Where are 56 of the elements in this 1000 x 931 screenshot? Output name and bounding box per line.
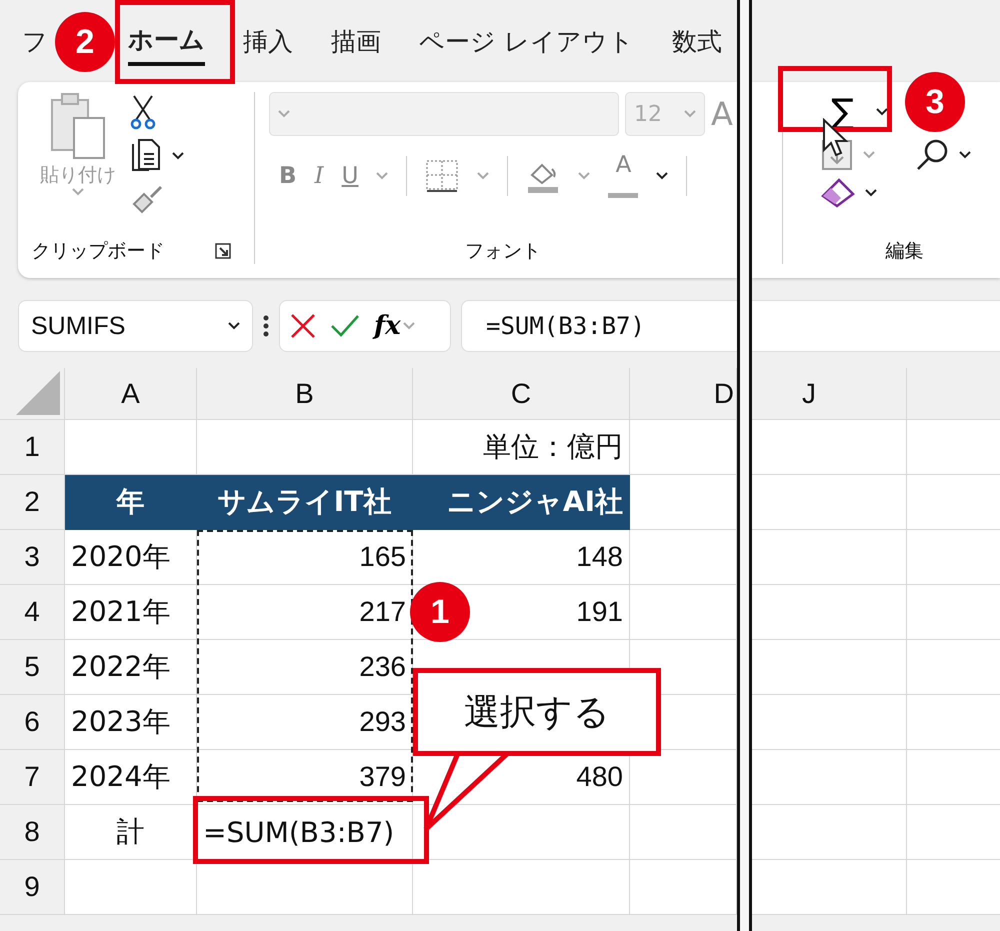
row-header[interactable]: 3	[0, 530, 65, 585]
table-cell: 2022年	[65, 640, 197, 695]
copy-icon[interactable]	[130, 138, 162, 174]
header-cell: サムライIT社	[197, 475, 413, 530]
table-cell: 165	[197, 530, 413, 585]
caret-icon[interactable]	[172, 152, 184, 160]
table-cell: =SUM(B3:B7)	[197, 805, 413, 860]
caret-icon[interactable]	[865, 189, 877, 197]
group-label: フォント	[464, 239, 542, 264]
caret-icon[interactable]	[876, 108, 888, 116]
table-cell: 2024年	[65, 750, 197, 805]
row-header[interactable]: 5	[0, 640, 65, 695]
step-badge: 2	[55, 12, 115, 72]
checkmark-icon[interactable]	[330, 314, 360, 338]
table-cell: 379	[197, 750, 413, 805]
ribbon-tab[interactable]: 数式	[672, 18, 722, 64]
cancel-icon[interactable]	[290, 313, 316, 339]
group-label: クリップボード	[32, 239, 164, 264]
ribbon-tab[interactable]: ページ レイアウト	[419, 18, 634, 64]
scissors-icon[interactable]	[130, 94, 156, 130]
dialog-launcher-icon[interactable]	[214, 243, 230, 259]
ribbon-tab[interactable]: フ	[22, 18, 48, 64]
row-header[interactable]: 1	[0, 420, 65, 475]
borders-icon[interactable]	[425, 159, 460, 193]
name-box[interactable]: SUMIFS	[18, 300, 253, 352]
row-header[interactable]: 2	[0, 475, 65, 530]
insert-function-button[interactable]: fx	[374, 311, 415, 341]
table-cell: 2020年	[65, 530, 197, 585]
table-cell: 計	[65, 805, 197, 860]
row-header[interactable]: 9	[0, 860, 65, 915]
column-header[interactable]: A	[65, 368, 197, 420]
table-cell: 2021年	[65, 585, 197, 640]
row-header[interactable]: 8	[0, 805, 65, 860]
group-label: 編集	[884, 239, 924, 264]
ribbon-tab[interactable]: ホーム	[128, 16, 205, 66]
header-cell: 年	[65, 475, 197, 530]
formula-field[interactable]: =SUM(B3:B7)	[461, 300, 737, 352]
row-header[interactable]: 7	[0, 750, 65, 805]
pane-split-bar[interactable]	[737, 0, 752, 931]
column-header[interactable]: C	[413, 368, 630, 420]
eraser-icon[interactable]	[821, 178, 855, 208]
ribbon-tab[interactable]: 挿入	[243, 18, 293, 64]
caret-icon[interactable]	[656, 172, 668, 180]
column-header[interactable]: D	[630, 368, 737, 420]
header-cell: ニンジャAI社	[413, 475, 630, 530]
caret-icon[interactable]	[228, 322, 240, 330]
column-header[interactable]: B	[197, 368, 413, 420]
caret-icon[interactable]	[959, 151, 971, 159]
ribbon-tab[interactable]: 描画	[331, 18, 381, 64]
search-icon[interactable]	[915, 138, 949, 172]
row-header[interactable]: 6	[0, 695, 65, 750]
row-header[interactable]: 4	[0, 585, 65, 640]
table-cell: 2023年	[65, 695, 197, 750]
column-header[interactable]: J	[752, 368, 907, 420]
more-icon[interactable]	[263, 315, 269, 337]
formula-field[interactable]	[752, 300, 1000, 352]
